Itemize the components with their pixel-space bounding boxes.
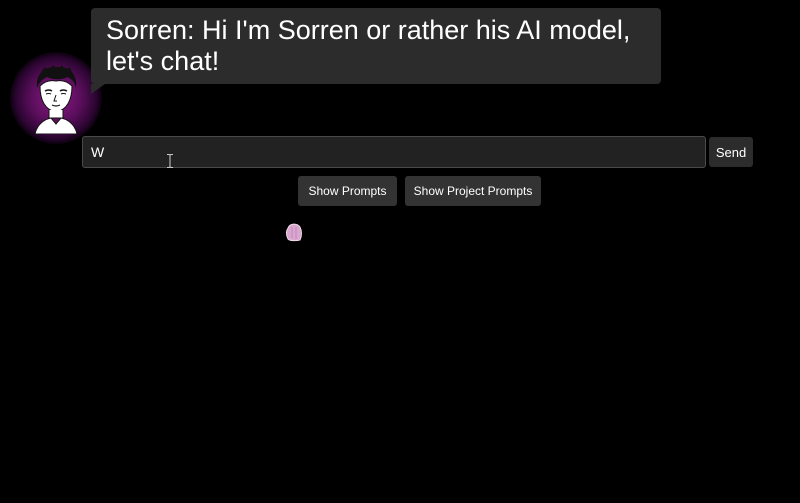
show-project-prompts-button[interactable]: Show Project Prompts (405, 176, 541, 206)
bot-message-text: Sorren: Hi I'm Sorren or rather his AI m… (106, 15, 631, 76)
bot-speech-bubble: Sorren: Hi I'm Sorren or rather his AI m… (91, 8, 661, 94)
avatar-glow (10, 52, 102, 144)
chat-page: Sorren: Hi I'm Sorren or rather his AI m… (0, 0, 800, 503)
i-beam-cursor-icon (167, 154, 173, 168)
send-button[interactable]: Send (709, 137, 753, 167)
avatar (34, 65, 78, 134)
show-prompts-button[interactable]: Show Prompts (298, 176, 397, 206)
mouse-pointer-icon (286, 223, 302, 242)
chat-input[interactable] (82, 136, 706, 168)
